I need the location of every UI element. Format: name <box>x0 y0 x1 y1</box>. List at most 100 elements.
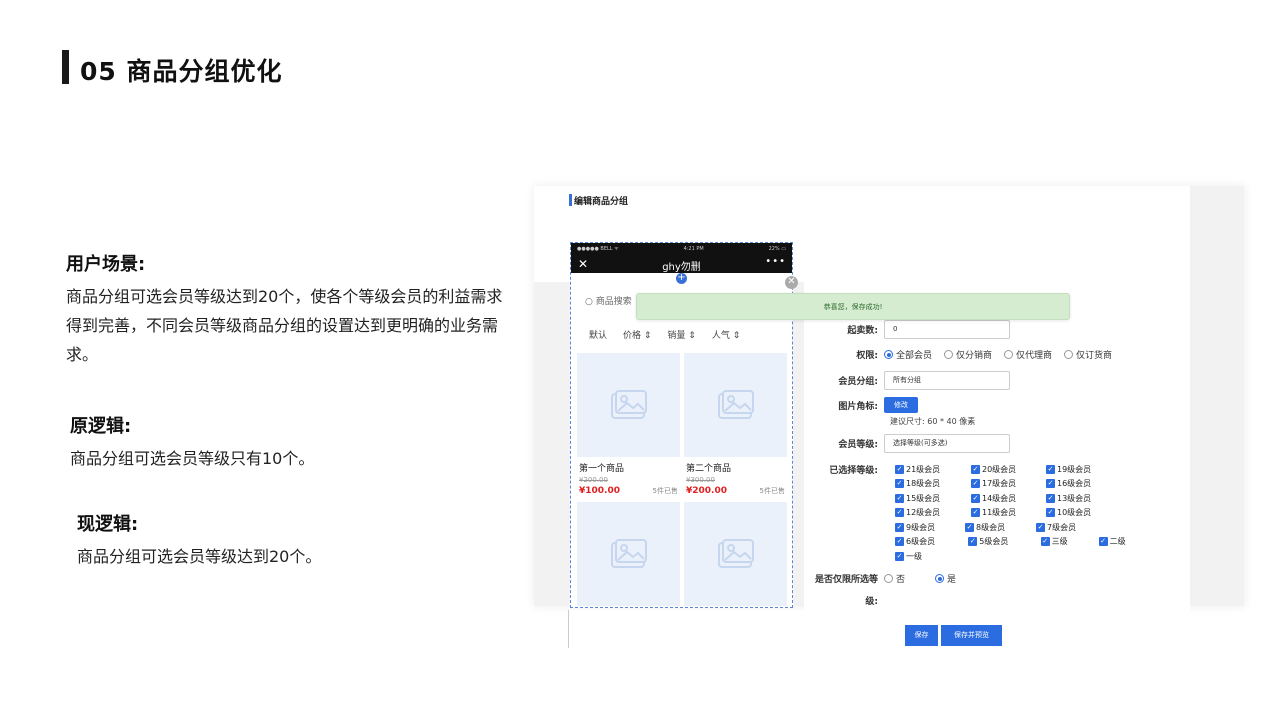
member-group-select[interactable]: 所有分组 <box>884 371 1010 390</box>
level-checkbox[interactable]: ✓ 17级会员 <box>971 478 1038 489</box>
level-label: 13级会员 <box>1057 493 1092 503</box>
option-label: 仅订货商 <box>1076 351 1113 361</box>
permission-option-all[interactable]: 全部会员 <box>884 348 932 361</box>
page-title: 05 商品分组优化 <box>80 57 283 86</box>
level-label: 18级会员 <box>906 479 941 489</box>
sort-sales[interactable]: 销量 ⇕ <box>667 328 695 341</box>
level-label: 12级会员 <box>906 508 941 518</box>
selected-levels-label: 已选择等级: <box>829 466 878 476</box>
sort-price[interactable]: 价格 ⇕ <box>623 328 651 341</box>
level-checkbox[interactable]: ✓ 7级会员 <box>1036 522 1096 533</box>
member-group-label: 会员分组: <box>838 377 878 387</box>
goods-grid: 第一个商品 ¥200.00 ¥100.00 5件已售 第二个商品 ¥300.00… <box>577 353 787 606</box>
permission-option-orderer[interactable]: 仅订货商 <box>1064 348 1112 361</box>
old-logic-text: 商品分组可选会员等级只有10个。 <box>70 449 315 468</box>
add-icon[interactable]: + <box>676 273 687 284</box>
selected-levels-list: ✓ 21级会员 ✓ 20级会员 ✓ 19级会员 ✓ 18级会员 ✓ 17级会员 ✓ 16级会员 ✓ 15级… <box>895 462 1145 564</box>
checkbox-checked-icon: ✓ <box>895 537 904 547</box>
checkbox-checked-icon: ✓ <box>965 522 974 532</box>
sort-popularity[interactable]: 人气 ⇕ <box>712 328 740 341</box>
save-preview-button[interactable]: 保存并预览 <box>941 625 1002 646</box>
new-logic-heading: 现逻辑: <box>77 514 139 535</box>
level-checkbox[interactable]: ✓ 14级会员 <box>971 493 1038 504</box>
level-checkbox[interactable]: ✓ 21级会员 <box>895 464 963 475</box>
level-checkbox[interactable]: ✓ 10级会员 <box>1046 507 1098 518</box>
only-selected-label: 是否仅限所选等 <box>814 575 878 585</box>
badge-edit-button[interactable]: 修改 <box>884 397 918 413</box>
status-time: 4:21 PM <box>683 246 704 252</box>
checkbox-checked-icon: ✓ <box>895 551 904 561</box>
checkbox-checked-icon: ✓ <box>971 479 980 489</box>
level-checkbox[interactable]: ✓ 19级会员 <box>1046 464 1098 475</box>
level-checkbox[interactable]: ✓ 13级会员 <box>1046 493 1098 504</box>
more-icon[interactable]: ••• <box>765 256 786 267</box>
goods-card[interactable]: 第二个商品 ¥300.00 ¥200.00 5件已售 <box>684 353 787 502</box>
checkbox-checked-icon: ✓ <box>895 493 904 503</box>
search-input[interactable]: ○ 商品搜索 <box>585 294 632 307</box>
footer-bar: 保存 保存并预览 <box>568 610 1190 648</box>
badge-label: 图片角标: <box>838 401 878 412</box>
only-selected-row-2: 级: <box>804 594 884 607</box>
level-label: 14级会员 <box>982 493 1017 503</box>
level-checkbox[interactable]: ✓ 11级会员 <box>971 507 1038 518</box>
goods-old-price: ¥300.00 <box>686 476 715 484</box>
level-checkbox[interactable]: ✓ 二级 <box>1098 536 1137 547</box>
level-checkbox[interactable]: ✓ 6级会员 <box>895 536 960 547</box>
checkbox-checked-icon: ✓ <box>971 493 980 503</box>
save-button[interactable]: 保存 <box>905 625 938 646</box>
phone-nav-bar: ✕ ghy勿删 ••• <box>571 255 792 273</box>
sort-default[interactable]: 默认 <box>589 328 607 341</box>
checkbox-checked-icon: ✓ <box>1046 464 1055 474</box>
level-checkbox[interactable]: ✓ 20级会员 <box>971 464 1038 475</box>
checkbox-checked-icon: ✓ <box>971 464 980 474</box>
option-label: 仅代理商 <box>1016 351 1053 361</box>
member-level-select[interactable]: 选择等级(可多选) <box>884 434 1010 453</box>
level-label: 5级会员 <box>979 537 1009 547</box>
level-label: 17级会员 <box>982 479 1017 489</box>
only-selected-no[interactable]: 否 <box>884 572 905 585</box>
goods-sold: 5件已售 <box>759 487 785 495</box>
panel-heading: 编辑商品分组 <box>574 197 629 207</box>
only-selected-yes[interactable]: 是 <box>935 572 956 585</box>
radio-icon <box>884 574 893 583</box>
checkbox-checked-icon: ✓ <box>1036 522 1045 532</box>
member-level-label: 会员等级: <box>838 440 878 450</box>
old-logic-heading: 原逻辑: <box>70 416 132 437</box>
level-row: ✓ 6级会员 ✓ 5级会员 ✓ 三级 ✓ 二级 <box>895 535 1145 550</box>
old-logic-section: 原逻辑: 商品分组可选会员等级只有10个。 <box>70 412 490 473</box>
level-checkbox[interactable]: ✓ 5级会员 <box>968 536 1032 547</box>
permission-option-distributor[interactable]: 仅分销商 <box>944 348 992 361</box>
level-checkbox[interactable]: ✓ 18级会员 <box>895 478 963 489</box>
level-checkbox[interactable]: ✓ 一级 <box>895 551 963 562</box>
level-row: ✓ 9级会员 ✓ 8级会员 ✓ 7级会员 <box>895 520 1145 535</box>
new-logic-text: 商品分组可选会员等级达到20个。 <box>77 547 322 566</box>
search-placeholder: 商品搜索 <box>595 297 632 307</box>
level-checkbox[interactable]: ✓ 8级会员 <box>965 522 1028 533</box>
level-label: 15级会员 <box>906 493 941 503</box>
badge-hint-row: 建议尺寸: 60 * 40 像素 <box>890 416 975 427</box>
level-label: 6级会员 <box>906 537 936 547</box>
level-checkbox[interactable]: ✓ 9级会员 <box>895 522 957 533</box>
level-checkbox[interactable]: ✓ 12级会员 <box>895 507 963 518</box>
member-level-row: 会员等级: 选择等级(可多选) <box>804 434 1010 453</box>
checkbox-checked-icon: ✓ <box>895 522 904 532</box>
goods-sold: 5件已售 <box>652 487 678 495</box>
only-selected-label-2: 级: <box>865 597 878 607</box>
radio-icon <box>944 350 954 359</box>
goods-card[interactable]: 第一个商品 ¥200.00 ¥100.00 5件已售 <box>577 353 680 502</box>
image-placeholder-icon <box>684 353 787 457</box>
level-row: ✓ 21级会员 ✓ 20级会员 ✓ 19级会员 <box>895 462 1145 477</box>
close-circle-icon[interactable]: ✕ <box>785 276 798 289</box>
goods-name: 第一个商品 <box>579 464 625 474</box>
permission-option-agent[interactable]: 仅代理商 <box>1004 348 1052 361</box>
level-label: 19级会员 <box>1057 464 1092 474</box>
checkbox-checked-icon: ✓ <box>1040 537 1050 547</box>
start-qty-input[interactable]: 0 <box>884 320 1010 339</box>
phone-nav-title: ghy勿删 <box>662 262 701 273</box>
level-checkbox[interactable]: ✓ 三级 <box>1040 536 1091 547</box>
option-label: 是 <box>947 575 957 585</box>
new-logic-section: 现逻辑: 商品分组可选会员等级达到20个。 <box>77 510 497 571</box>
badge-row: 图片角标: 修改 <box>804 397 918 413</box>
level-checkbox[interactable]: ✓ 15级会员 <box>895 493 963 504</box>
level-checkbox[interactable]: ✓ 16级会员 <box>1046 478 1098 489</box>
